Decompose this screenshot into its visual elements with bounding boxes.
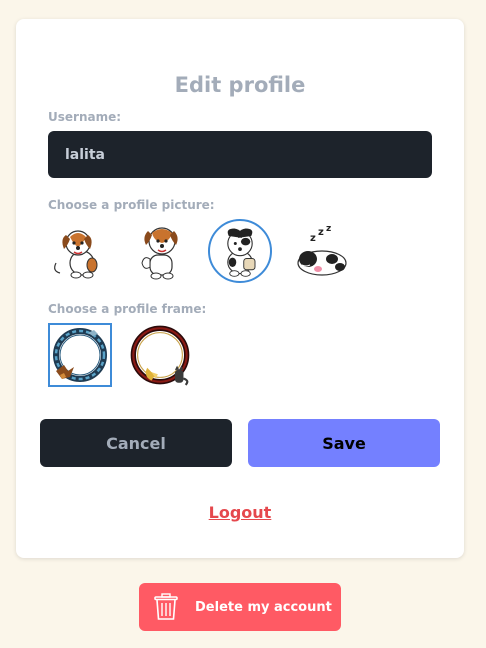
frame-option-1[interactable] xyxy=(48,323,112,387)
dialog-title: Edit profile xyxy=(174,73,306,97)
delete-account-button[interactable]: Delete my account xyxy=(139,583,341,631)
dark-red-cat-frame-icon xyxy=(130,325,190,386)
svg-text:z: z xyxy=(310,233,316,244)
avatar-option-2[interactable] xyxy=(128,219,192,283)
dog-eating-icon xyxy=(227,228,256,277)
svg-text:z: z xyxy=(318,227,324,238)
dog-sleeping-icon: z z z xyxy=(297,224,347,276)
dog-waving-icon xyxy=(141,227,178,280)
frame-label: Choose a profile frame: xyxy=(48,302,207,316)
avatar-option-3[interactable] xyxy=(208,219,272,283)
frame-option-2[interactable] xyxy=(128,323,192,387)
save-button[interactable]: Save xyxy=(248,419,440,467)
edit-profile-card: Edit profile Username: lalita Choose a p… xyxy=(16,19,464,558)
trash-icon xyxy=(154,593,178,620)
picture-label: Choose a profile picture: xyxy=(48,198,215,212)
blue-eagle-frame-icon xyxy=(53,328,107,382)
username-input[interactable]: lalita xyxy=(48,131,432,178)
delete-account-label: Delete my account xyxy=(195,599,332,615)
avatar-option-4[interactable]: z z z xyxy=(288,219,352,283)
username-label: Username: xyxy=(48,110,122,124)
cancel-button[interactable]: Cancel xyxy=(40,419,232,467)
logout-link[interactable]: Logout xyxy=(16,503,464,522)
dog-sitting-icon xyxy=(54,230,98,279)
avatar-option-1[interactable] xyxy=(48,219,112,283)
username-value: lalita xyxy=(65,146,105,163)
svg-text:z: z xyxy=(326,224,331,234)
